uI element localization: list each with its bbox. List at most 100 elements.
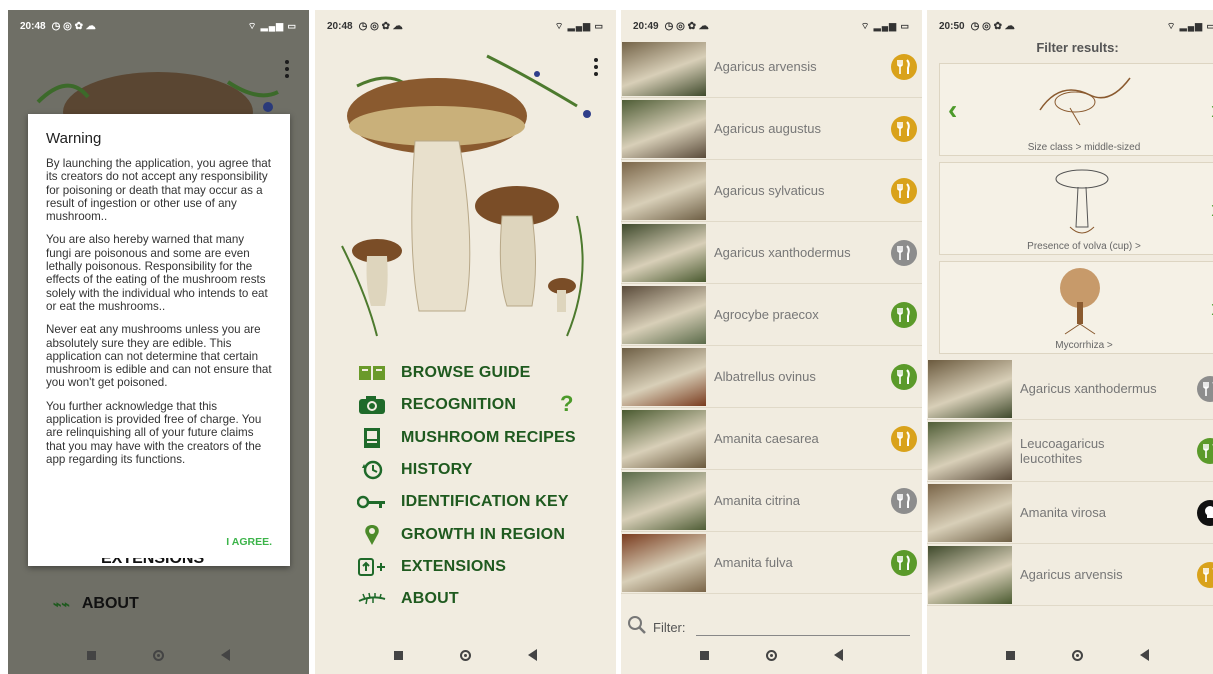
recents-button[interactable] <box>699 650 709 660</box>
back-button[interactable] <box>528 649 538 661</box>
warning-dialog: Warning By launching the application, yo… <box>28 114 290 566</box>
species-list-item[interactable]: Agaricus augustus <box>621 98 922 160</box>
mushroom-thumbnail <box>622 161 706 220</box>
status-time: 20:49 <box>633 20 659 32</box>
species-list-item[interactable]: Agaricus arvensis <box>927 544 1213 606</box>
key-icon <box>357 491 387 513</box>
inedible-edibility-icon <box>891 487 917 514</box>
more-options-button[interactable] <box>285 60 289 78</box>
size-class-illustration <box>1039 77 1131 126</box>
mushroom-thumbnail <box>622 285 706 344</box>
menu-item-mushroom-recipes[interactable]: MUSHROOM RECIPES <box>357 422 576 454</box>
species-name: Albatrellus ovinus <box>714 369 816 384</box>
filter-card-caption: Size class > middle-sized <box>1027 142 1141 153</box>
species-name: Agrocybe praecox <box>714 307 819 322</box>
species-list-item[interactable]: Leucoagaricus leucothites <box>927 420 1213 482</box>
species-list-item[interactable]: Agaricus xanthodermus <box>927 358 1213 420</box>
fern-icon: ⌁⌁ <box>53 595 70 612</box>
dialog-title: Warning <box>46 130 102 147</box>
back-button[interactable] <box>221 649 231 661</box>
home-button[interactable] <box>459 649 471 661</box>
edible-edibility-icon <box>891 549 917 576</box>
back-button[interactable] <box>1140 649 1150 661</box>
status-bar: 20:49 ◷ ◎ ✿ ☁ ⌔ ▂▄▆ ▭ <box>621 10 922 42</box>
help-button[interactable]: ? <box>560 391 573 417</box>
species-list-item[interactable]: Amanita caesarea <box>621 408 922 470</box>
recents-button[interactable] <box>393 650 403 660</box>
species-list-item[interactable]: Albatrellus ovinus <box>621 346 922 408</box>
species-name: Amanita virosa <box>1020 505 1106 520</box>
screen-main-menu: 20:48 ◷ ◎ ✿ ☁ ⌔ ▂▄▆ ▭ BROWSE GUIDE RECOG… <box>315 10 616 674</box>
species-name: Leucoagaricus leucothites <box>1020 435 1105 466</box>
choice-edibility-icon <box>891 425 917 452</box>
menu-item-label: EXTENSIONS <box>401 557 507 575</box>
agree-button[interactable]: I AGREE. <box>226 536 272 548</box>
species-list-item[interactable]: Amanita fulva <box>621 532 922 594</box>
status-time: 20:50 <box>939 20 965 32</box>
edible-edibility-icon <box>891 363 917 390</box>
screen-warning: 20:48 ◷ ◎ ✿ ☁ ⌔ ▂▄▆ ▭ Warning By launchi… <box>8 10 309 674</box>
species-name: Agaricus arvensis <box>1020 567 1123 582</box>
species-list-item[interactable]: Agaricus xanthodermus <box>621 222 922 284</box>
status-time: 20:48 <box>20 20 46 32</box>
edible-edibility-icon <box>891 301 917 328</box>
status-bar: 20:48 ◷ ◎ ✿ ☁ ⌔ ▂▄▆ ▭ <box>8 10 309 42</box>
menu-item-growth-in-region[interactable]: GROWTH IN REGION <box>357 518 576 550</box>
status-left-icons: ◷ ◎ ✿ ☁ <box>51 20 96 32</box>
mushroom-thumbnail <box>622 471 706 530</box>
back-button[interactable] <box>834 649 844 661</box>
mushroom-thumbnail <box>622 223 706 282</box>
tree-illustration <box>1060 268 1100 335</box>
dialog-paragraph: Never eat any mushrooms unless you are a… <box>46 323 272 390</box>
mushroom-thumbnail <box>622 347 706 406</box>
status-right-icons: ⌔ ▂▄▆ ▭ <box>1166 20 1213 31</box>
menu-item-history[interactable]: HISTORY <box>357 454 576 486</box>
species-list-item[interactable]: Amanita citrina <box>621 470 922 532</box>
species-name: Agaricus xanthodermus <box>1020 381 1157 396</box>
choice-edibility-icon <box>891 115 917 142</box>
menu-item-label: ABOUT <box>81 595 139 612</box>
status-right-icons: ⌔ ▂▄▆ ▭ <box>860 20 910 31</box>
menu-item-browse-guide[interactable]: BROWSE GUIDE <box>357 357 576 389</box>
menu-item-label: BROWSE GUIDE <box>401 364 531 382</box>
filter-card-volva[interactable]: › Presence of volva (cup) > <box>939 162 1213 255</box>
filter-card-mycorrhiza[interactable]: › Mycorrhiza > <box>939 261 1213 354</box>
menu-item-extensions[interactable]: EXTENSIONS <box>53 558 204 574</box>
species-name: Amanita fulva <box>714 555 793 570</box>
history-icon <box>357 459 387 481</box>
filter-card-size[interactable]: ‹ › Size class > middle-sized <box>939 63 1213 156</box>
home-button[interactable] <box>152 649 164 661</box>
species-list-item[interactable]: Amanita virosa <box>927 482 1213 544</box>
species-list-item[interactable]: Agrocybe praecox <box>621 284 922 346</box>
mushroom-thumbnail <box>928 483 1012 542</box>
chevron-left-icon[interactable]: ‹ <box>948 94 957 126</box>
filter-card-caption: Mycorrhiza > <box>1055 340 1113 351</box>
menu-item-about[interactable]: ⌁⌁ ABOUT <box>53 588 139 620</box>
menu-item-identification-key[interactable]: IDENTIFICATION KEY <box>357 486 576 518</box>
volva-illustration <box>1055 169 1109 234</box>
menu-item-label: HISTORY <box>401 461 473 479</box>
menu-item-recognition[interactable]: RECOGNITION <box>357 389 576 421</box>
species-list-item[interactable]: Agaricus sylvaticus <box>621 160 922 222</box>
recents-button[interactable] <box>86 650 96 660</box>
menu-item-label: GROWTH IN REGION <box>401 525 566 543</box>
menu-item-about[interactable]: ABOUT <box>357 583 576 615</box>
dialog-paragraph: You further acknowledge that this applic… <box>46 399 262 466</box>
camera-icon <box>357 394 387 416</box>
mushroom-thumbnail <box>622 37 706 96</box>
recents-button[interactable] <box>1005 650 1015 660</box>
menu-item-extensions[interactable]: EXTENSIONS <box>357 551 576 583</box>
species-name: Agaricus xanthodermus <box>714 245 851 260</box>
species-name: Amanita citrina <box>714 493 800 508</box>
recipe-book-icon <box>357 427 387 449</box>
home-button[interactable] <box>765 649 777 661</box>
menu-item-label: MUSHROOM RECIPES <box>401 428 576 446</box>
home-button[interactable] <box>1071 649 1083 661</box>
inedible-edibility-icon <box>891 239 917 266</box>
species-name: Agaricus augustus <box>714 121 821 136</box>
species-list-item[interactable]: Agaricus arvensis <box>621 36 922 98</box>
menu-item-label: RECOGNITION <box>401 396 517 414</box>
main-menu: BROWSE GUIDE RECOGNITION MUSHROOM RECIPE… <box>357 357 576 615</box>
edible-edibility-icon <box>1197 437 1213 464</box>
species-name: Agaricus sylvaticus <box>714 183 825 198</box>
